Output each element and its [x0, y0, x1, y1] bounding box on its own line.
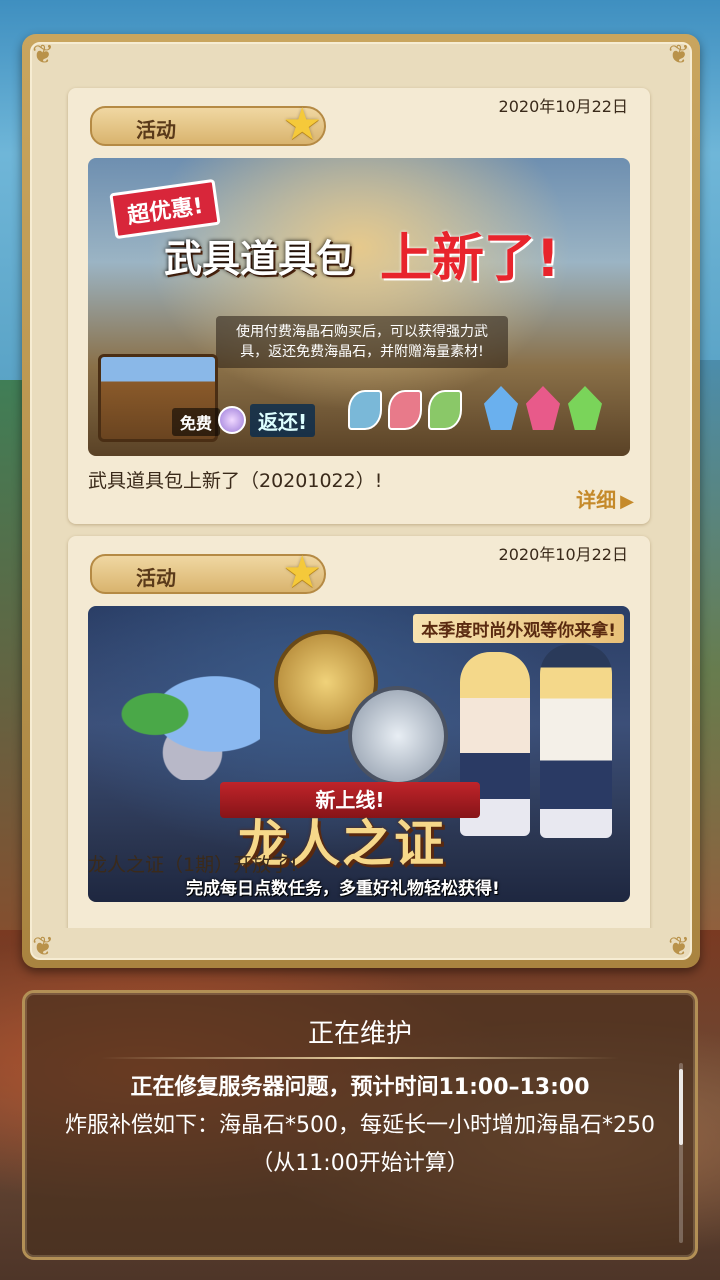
banner-headline: 武具道具包 [164, 237, 355, 281]
ornament-icon: ❦ [32, 932, 54, 962]
maintenance-note: （从11:00开始计算） [251, 1151, 469, 1176]
news-banner[interactable]: 超优惠! 武具道具包 上新了! 使用付费海晶石购买后，可以获得强力武具，返还免费… [88, 158, 630, 456]
maintenance-title: 正在维护 [307, 1019, 412, 1049]
free-label: 免费 [172, 408, 221, 436]
news-card[interactable]: 活动 ★ 2020年10月22日 超优惠! 武具道具包 上新了! 使用付费海晶石… [68, 88, 650, 524]
banner-headline-highlight: 上新了! [380, 229, 560, 289]
maintenance-status: 正在修复服务器问题，预计时间11:00–13:00 [130, 1075, 590, 1100]
maintenance-panel: 正在维护 正在修复服务器问题，预计时间11:00–13:00 炸服补偿如下：海晶… [22, 990, 698, 1260]
maintenance-body: 正在修复服务器问题，预计时间11:00–13:00 炸服补偿如下：海晶石*500… [49, 1069, 671, 1183]
category-tag: 活动 ★ [90, 548, 326, 598]
star-icon: ★ [282, 547, 322, 598]
gem-orb-icon [218, 406, 246, 434]
category-label: 活动 [136, 566, 176, 590]
banner-subtitle: 完成每日点数任务，多重好礼物轻松获得! [186, 879, 500, 899]
reward-items-image [110, 670, 260, 780]
return-label: 返还! [250, 404, 316, 437]
crystal-icon [484, 386, 518, 430]
category-tag: 活动 ★ [90, 100, 326, 150]
leaf-item-icon [428, 390, 462, 430]
banner-top-label: 本季度时尚外观等你来拿! [413, 614, 624, 643]
leaf-item-icon [388, 390, 422, 430]
ornament-icon: ❦ [668, 40, 690, 70]
banner-description: 使用付费海晶石购买后，可以获得强力武具，返还免费海晶石，并附赠海量素材! [216, 316, 508, 368]
news-title: 龙人之证（1期）开放了! [88, 854, 298, 876]
ornament-icon: ❦ [668, 932, 690, 962]
chevron-right-icon: ▶ [620, 491, 634, 512]
crystal-icon [568, 386, 602, 430]
news-title: 武具道具包上新了（20201022）! [88, 470, 383, 492]
leaf-item-icon [348, 390, 382, 430]
detail-link[interactable]: 详细 ▶ [576, 484, 634, 513]
news-date: 2020年10月22日 [498, 97, 628, 116]
news-date: 2020年10月22日 [498, 545, 628, 564]
star-icon: ★ [282, 99, 322, 150]
ornament-icon: ❦ [32, 40, 54, 70]
news-list[interactable]: 活动 ★ 2020年10月22日 超优惠! 武具道具包 上新了! 使用付费海晶石… [40, 82, 660, 928]
maintenance-compensation: 炸服补偿如下：海晶石*500，每延长一小时增加海晶石*250 [65, 1113, 655, 1138]
divider [101, 1057, 619, 1059]
silver-medal-image [348, 686, 448, 786]
maintenance-scrollbar-thumb[interactable] [679, 1069, 683, 1145]
category-label: 活动 [136, 118, 176, 142]
character-boy-image [540, 644, 612, 838]
detail-label: 详细 [576, 488, 617, 512]
crystal-icon [526, 386, 560, 430]
